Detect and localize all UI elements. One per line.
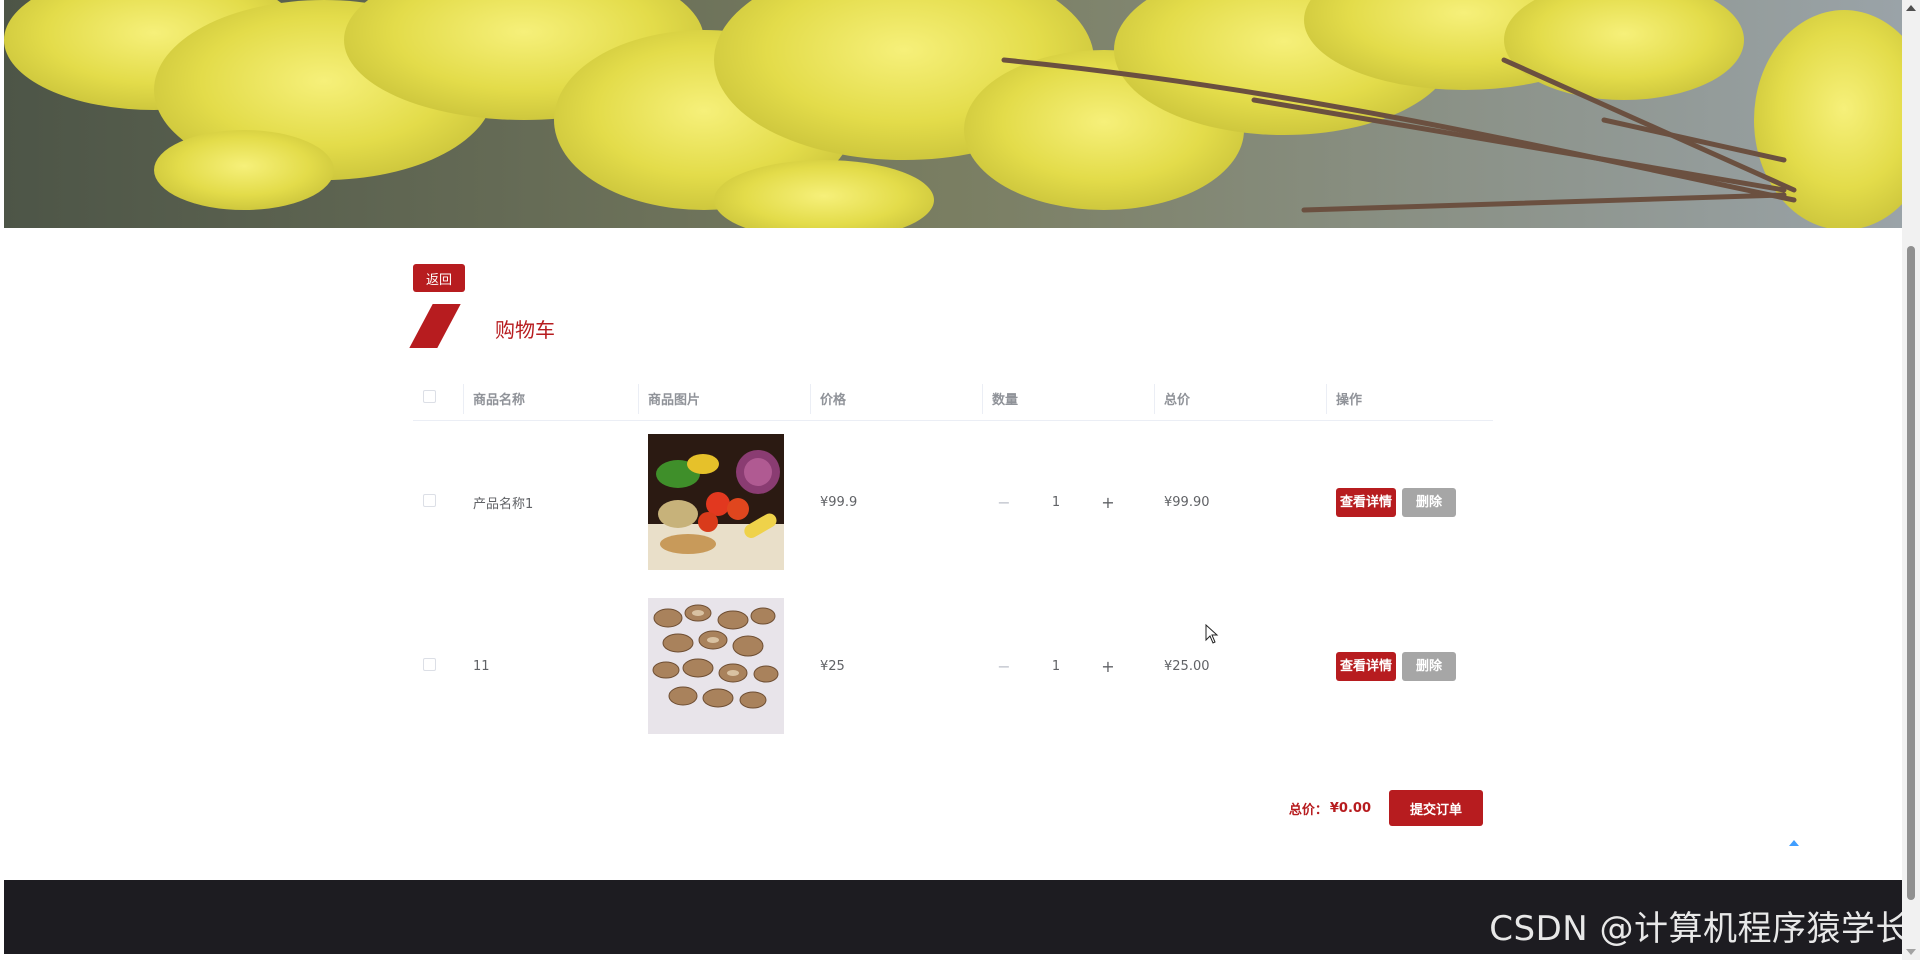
table-row: 产品名称1 ¥99.9 − 1 + ¥99.90 查看详情 删除: [413, 420, 1493, 584]
banner-image: [4, 0, 1902, 228]
page-title: 购物车: [495, 318, 555, 342]
submit-order-button[interactable]: 提交订单: [1389, 790, 1483, 826]
scrollbar-thumb[interactable]: [1907, 246, 1915, 900]
scroll-up-arrow-icon[interactable]: [1906, 5, 1916, 11]
row-total: ¥25.00: [1164, 658, 1210, 674]
vegetables-photo-icon: [648, 434, 784, 571]
increase-quantity-button[interactable]: +: [1096, 657, 1120, 676]
back-button[interactable]: 返回: [413, 264, 465, 292]
view-detail-button[interactable]: 查看详情: [1336, 487, 1397, 517]
product-name: 11: [473, 658, 490, 674]
total-label: 总价：: [1288, 802, 1328, 818]
quantity-stepper: − 1 +: [992, 493, 1154, 512]
mouse-cursor-icon: [1205, 624, 1219, 644]
page: 返回 购物车 商品名称 商品图片 价格 数量 总价 操作 产品名称1 ¥99.9…: [0, 0, 1920, 960]
delete-button[interactable]: 删除: [1402, 651, 1457, 681]
table-row: 11 ¥25 − 1 + ¥25.00 查看详情 删除: [413, 584, 1493, 748]
product-price: ¥25: [820, 658, 845, 674]
scroll-down-arrow-icon[interactable]: [1906, 949, 1916, 955]
back-to-top-icon[interactable]: [1789, 840, 1799, 846]
yellow-flowers-icon: [4, 0, 1902, 228]
column-header-name: 商品名称: [463, 378, 638, 421]
watermark: CSDN @计算机程序猿学长: [1489, 909, 1910, 949]
view-detail-button[interactable]: 查看详情: [1336, 651, 1397, 681]
select-all-checkbox[interactable]: [423, 390, 436, 404]
row-total: ¥99.90: [1164, 494, 1210, 510]
decrease-quantity-button[interactable]: −: [992, 657, 1016, 676]
column-header-total: 总价: [1154, 378, 1326, 421]
column-header-quantity: 数量: [982, 378, 1154, 421]
row-checkbox[interactable]: [423, 657, 436, 671]
quantity-value[interactable]: 1: [1016, 495, 1096, 510]
order-summary: 总价： ¥0.00 提交订单: [1289, 790, 1483, 826]
quantity-stepper: − 1 +: [992, 657, 1154, 676]
table-header-row: 商品名称 商品图片 价格 数量 总价 操作: [413, 378, 1493, 421]
cart-table: 商品名称 商品图片 价格 数量 总价 操作 产品名称1 ¥99.9 − 1 + …: [413, 378, 1493, 748]
product-price: ¥99.9: [820, 494, 858, 510]
column-header-price: 价格: [810, 378, 982, 421]
title-slash-icon: [409, 304, 461, 348]
row-checkbox[interactable]: [423, 493, 436, 507]
quantity-value[interactable]: 1: [1016, 659, 1096, 674]
dried-herb-slices-photo-icon: [648, 598, 784, 734]
column-header-actions: 操作: [1326, 378, 1493, 421]
product-name: 产品名称1: [473, 496, 534, 512]
increase-quantity-button[interactable]: +: [1096, 493, 1120, 512]
delete-button[interactable]: 删除: [1402, 487, 1457, 517]
select-all-cell: [413, 378, 463, 421]
decrease-quantity-button[interactable]: −: [992, 493, 1016, 512]
page-title-row: 购物车: [409, 302, 813, 352]
page-scrollbar[interactable]: [1902, 0, 1920, 960]
column-header-image: 商品图片: [638, 378, 810, 421]
total-value: ¥0.00: [1329, 800, 1371, 816]
